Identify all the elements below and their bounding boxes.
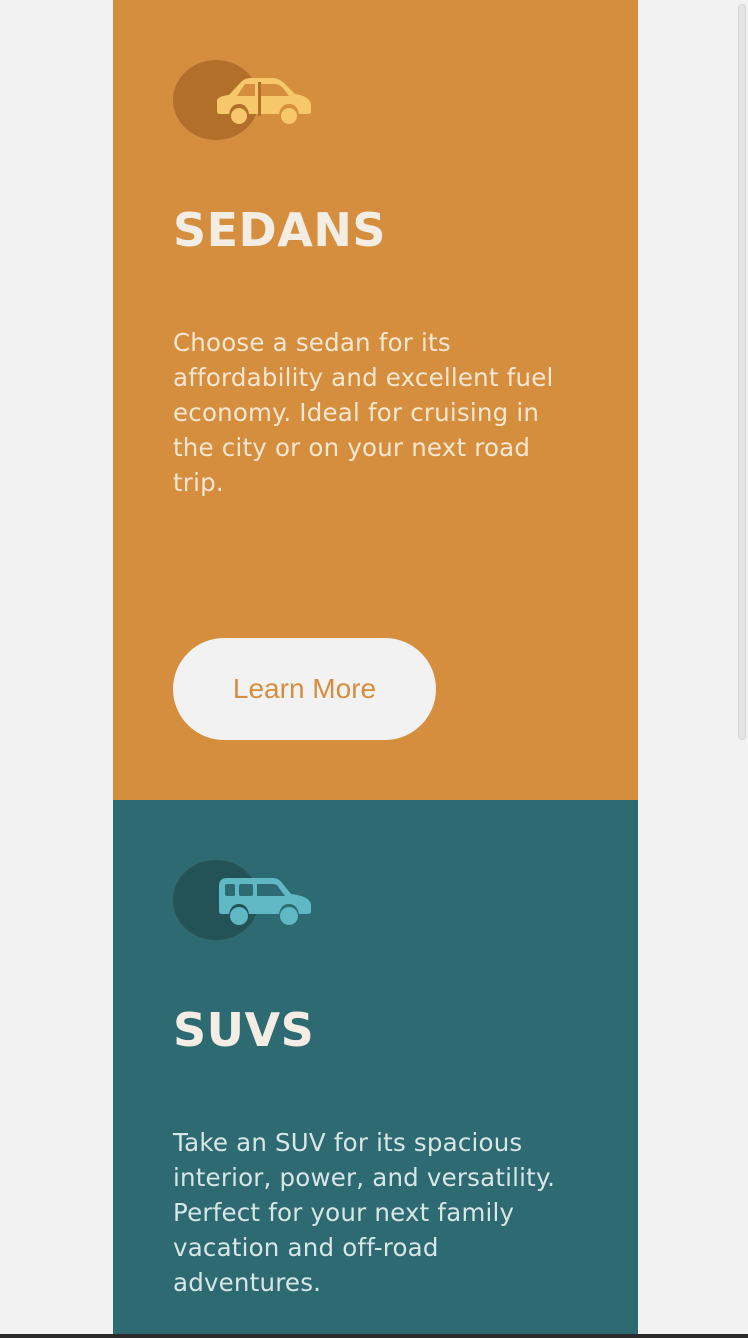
learn-more-button[interactable]: Learn More xyxy=(173,638,436,740)
vertical-scrollbar[interactable] xyxy=(738,4,746,740)
suv-car-icon xyxy=(219,878,311,925)
suvs-card: SUVS Take an SUV for its spacious interi… xyxy=(113,800,638,1338)
sedans-title: SEDANS xyxy=(173,203,386,257)
suvs-icon-wrap xyxy=(173,860,313,940)
sedan-car-icon xyxy=(217,78,311,124)
page-viewport: SEDANS Choose a sedan for its affordabil… xyxy=(0,0,748,1338)
sedans-card: SEDANS Choose a sedan for its affordabil… xyxy=(113,0,638,800)
suvs-description: Take an SUV for its spacious interior, p… xyxy=(173,1128,556,1297)
sedans-icon-wrap xyxy=(173,60,313,140)
suvs-title: SUVS xyxy=(173,1003,315,1057)
product-summary-cards: SEDANS Choose a sedan for its affordabil… xyxy=(113,0,638,1338)
sedans-description: Choose a sedan for its affordability and… xyxy=(173,328,554,497)
bottom-edge-bar xyxy=(0,1334,748,1338)
